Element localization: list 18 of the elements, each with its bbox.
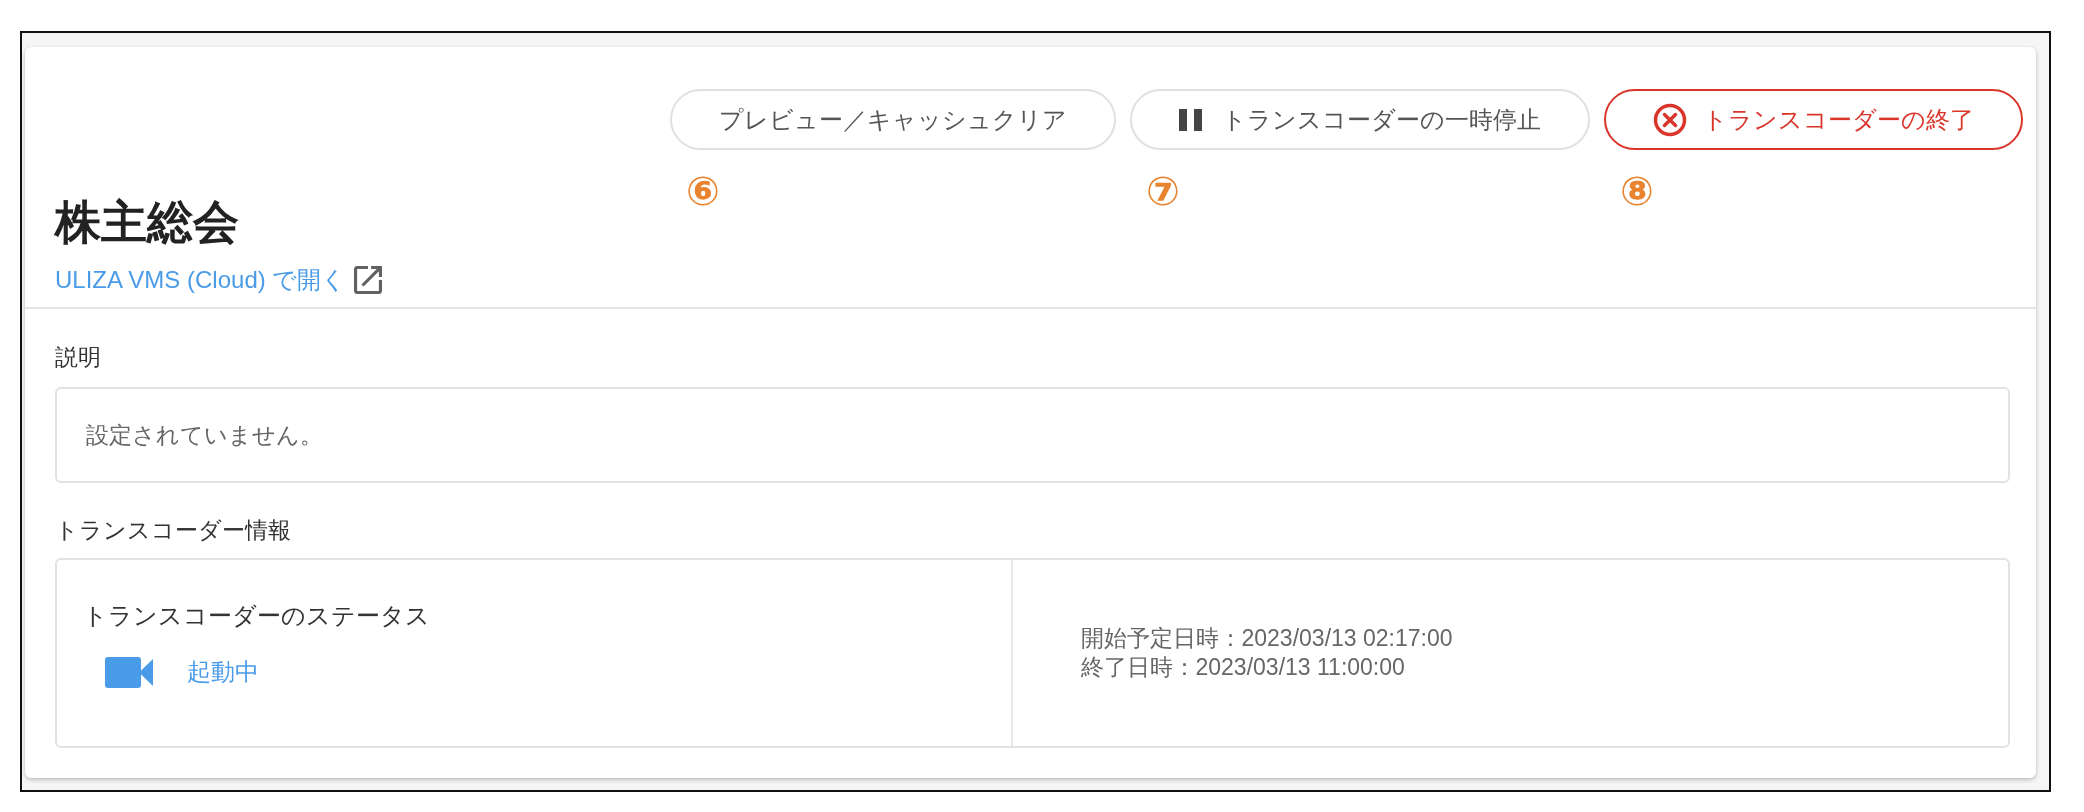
callout-number: ⑧ [1620,169,1654,213]
close-circle-icon [1653,102,1687,137]
callout-number: ⑦ [1146,169,1180,213]
callout-number: ⑥ [686,169,720,213]
status-label: トランスコーダーのステータス [83,601,430,631]
video-camera-icon [105,656,153,688]
section-label: 説明 [55,343,101,372]
section-label: トランスコーダー情報 [55,516,291,545]
preview-button[interactable]: プレビュー／キャッシュクリア [670,89,1116,150]
pause-icon [1179,108,1202,131]
description-text: 設定されていません。 [86,420,323,450]
status-value: 起動中 [187,657,259,687]
external-link-icon [354,266,383,294]
schedule-text: 終了日時：2023/03/13 11:00:00 [1080,653,1405,682]
pause-button[interactable]: トランスコーダーの一時停止 [1130,89,1590,150]
page-title: 株主総会 [55,195,239,250]
stop-button[interactable]: トランスコーダーの終了 [1604,89,2023,150]
schedule-text: 開始予定日時：2023/03/13 02:17:00 [1080,624,1453,653]
